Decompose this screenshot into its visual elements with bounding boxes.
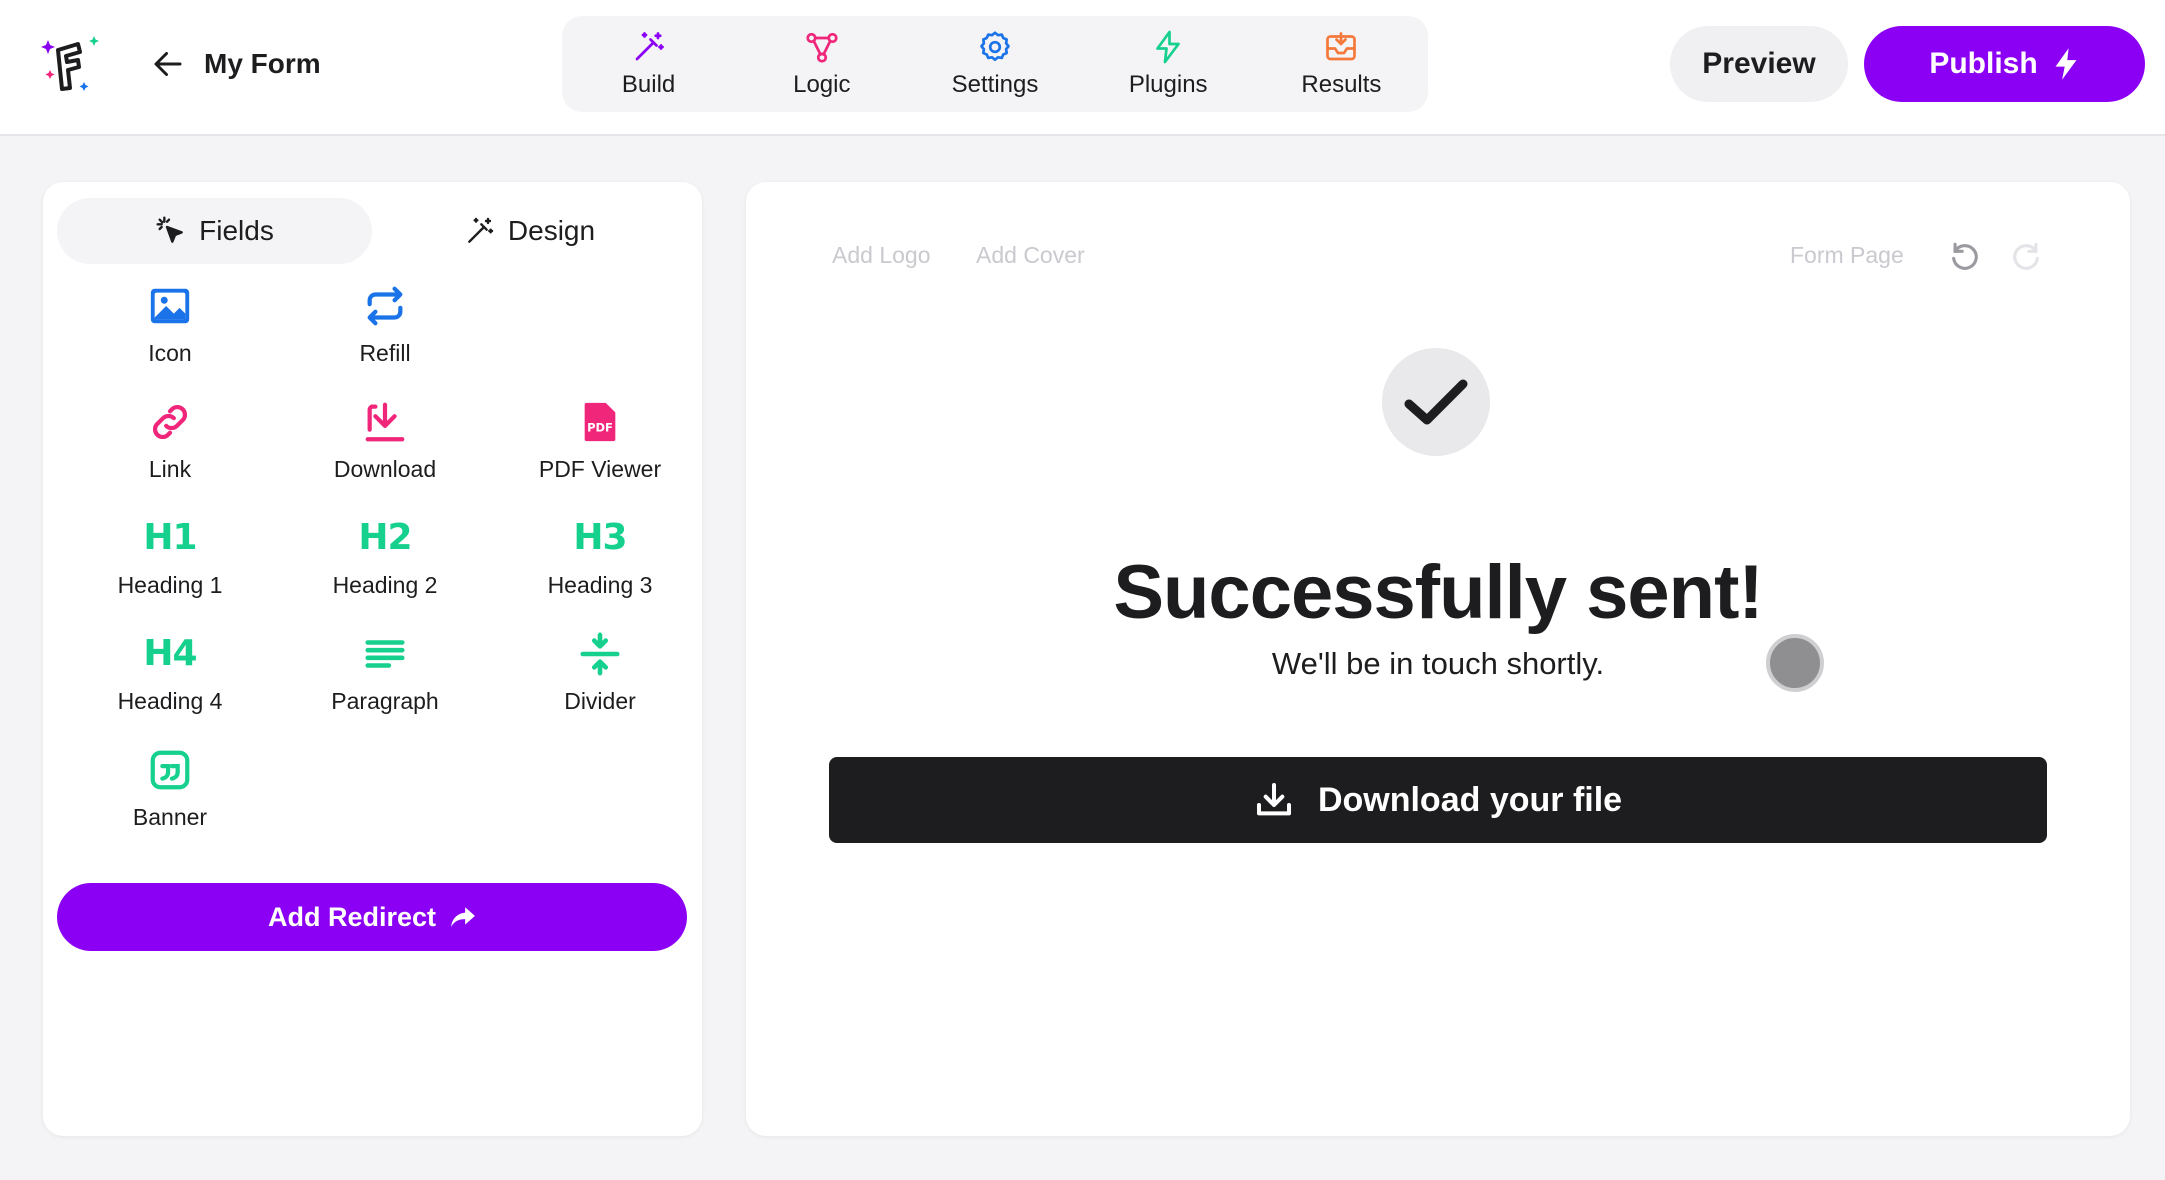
quote-banner-icon [150, 750, 190, 790]
nav-plugins[interactable]: Plugins [1082, 16, 1255, 112]
svg-text:PDF: PDF [587, 421, 613, 435]
top-nav: Build Logic Settings Plugins Results [562, 16, 1428, 112]
field-label: Icon [148, 340, 192, 366]
field-label: Refill [359, 340, 411, 366]
field-icon[interactable]: Icon [70, 282, 270, 382]
field-heading-4[interactable]: H4 Heading 4 [70, 630, 270, 730]
link-icon [152, 404, 188, 440]
field-label: Heading 3 [547, 572, 653, 598]
field-label: Banner [132, 804, 208, 830]
field-paragraph[interactable]: Paragraph [285, 630, 485, 730]
h4-icon: H4 [143, 633, 197, 674]
download-file-label: Download your file [1317, 780, 1623, 819]
gear-icon [980, 31, 1010, 62]
tab-fields[interactable]: Fields [57, 198, 372, 264]
mouse-cursor-indicator [1766, 634, 1824, 692]
publish-button[interactable]: Publish [1864, 26, 2145, 102]
field-heading-1[interactable]: H1 Heading 1 [70, 514, 270, 614]
paragraph-lines-icon [365, 640, 405, 668]
refresh-arrows-icon [367, 286, 403, 326]
field-banner[interactable]: Banner [70, 746, 270, 846]
add-cover-link[interactable]: Add Cover [976, 242, 1085, 269]
redo-icon[interactable] [2009, 240, 2043, 274]
logic-nodes-icon [806, 32, 838, 63]
nav-plugins-label: Plugins [1128, 71, 1208, 98]
h3-icon: H3 [573, 517, 627, 558]
field-refill[interactable]: Refill [285, 282, 485, 382]
lightning-icon [1156, 30, 1181, 64]
magic-wand-icon [468, 217, 494, 243]
field-pdf-viewer[interactable]: PDF PDF Viewer [500, 398, 700, 498]
divider-icon [580, 632, 620, 676]
inbox-icon [1326, 32, 1357, 61]
nav-results[interactable]: Results [1255, 16, 1428, 112]
nav-logic-label: Logic [793, 71, 851, 98]
pdf-file-icon: PDF [584, 402, 616, 442]
field-heading-3[interactable]: H3 Heading 3 [500, 514, 700, 614]
tab-fields-label: Fields [199, 215, 274, 246]
field-download[interactable]: Download [285, 398, 485, 498]
form-page-link[interactable]: Form Page [1790, 242, 1904, 269]
field-label: PDF Viewer [538, 456, 662, 482]
nav-settings-label: Settings [951, 71, 1039, 98]
undo-icon[interactable] [1948, 240, 1982, 274]
checkmark-icon [1404, 379, 1468, 425]
nav-results-label: Results [1301, 71, 1382, 98]
success-check-badge [1382, 348, 1490, 456]
share-arrow-icon [451, 907, 475, 927]
field-label: Heading 2 [332, 572, 438, 598]
app-logo[interactable] [40, 30, 110, 100]
add-redirect-button[interactable]: Add Redirect [57, 883, 687, 951]
app-header: My Form Build Logic Settings Plugins Res… [0, 0, 2165, 136]
nav-settings[interactable]: Settings [908, 16, 1081, 112]
lightning-icon [2055, 48, 2077, 80]
success-subtitle: We'll be in touch shortly. [1271, 646, 1605, 681]
download-file-button[interactable]: Download your file [829, 757, 2047, 843]
field-divider[interactable]: Divider [500, 630, 700, 730]
tab-design-label: Design [507, 215, 596, 246]
h2-icon: H2 [358, 517, 412, 558]
back-arrow-icon[interactable] [150, 46, 186, 82]
h1-icon: H1 [143, 517, 197, 558]
add-logo-link[interactable]: Add Logo [832, 242, 930, 269]
field-label: Heading 4 [117, 688, 223, 714]
field-label: Divider [564, 688, 636, 714]
field-link[interactable]: Link [70, 398, 270, 498]
field-heading-2[interactable]: H2 Heading 2 [285, 514, 485, 614]
nav-logic[interactable]: Logic [735, 16, 908, 112]
field-label: Link [148, 456, 192, 482]
form-canvas: Add Logo Add Cover Form Page Successfull… [746, 182, 2130, 1136]
nav-build[interactable]: Build [562, 16, 735, 112]
download-icon [365, 402, 405, 442]
magic-wand-icon [635, 32, 664, 61]
preview-button[interactable]: Preview [1670, 26, 1848, 102]
tab-design[interactable]: Design [372, 198, 687, 264]
image-icon [150, 288, 190, 324]
fields-panel: Fields Design Icon Refill Link Download [43, 182, 702, 1136]
field-label: Download [333, 456, 437, 482]
pointer-click-icon [156, 216, 184, 243]
nav-build-label: Build [621, 71, 676, 98]
success-title: Successfully sent! [1113, 550, 1763, 635]
panel-tabs: Fields Design [57, 198, 687, 264]
publish-label: Publish [1929, 47, 2038, 80]
add-redirect-label: Add Redirect [267, 901, 437, 932]
download-icon [1256, 783, 1291, 816]
field-label: Paragraph [331, 688, 439, 714]
form-name-title[interactable]: My Form [204, 46, 321, 82]
field-label: Heading 1 [117, 572, 223, 598]
